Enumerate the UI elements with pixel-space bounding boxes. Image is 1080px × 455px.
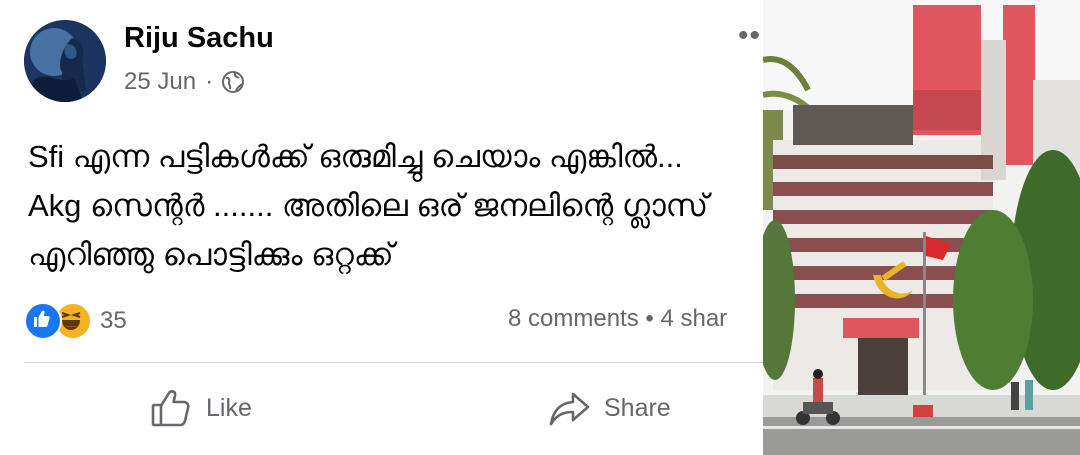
post-meta: 25 Jun · (124, 68, 245, 96)
post-text-line: Akg സെന്റർ ....... അതിലെ ഒര് ജനലിന്റെ ഗ്… (28, 188, 709, 223)
post-photo[interactable] (763, 0, 1080, 455)
comments-shares-count[interactable]: 8 comments • 4 shar (508, 305, 727, 333)
author-name[interactable]: Riju Sachu (124, 22, 274, 55)
meta-separator: · (205, 68, 214, 95)
share-button[interactable]: Share (548, 386, 671, 430)
building-photo (763, 0, 1080, 455)
share-button-label: Share (604, 393, 671, 422)
share-arrow-icon (549, 392, 590, 426)
avatar-figure-icon (24, 20, 106, 102)
more-options-icon[interactable]: •• (738, 21, 761, 51)
post-text-line: Sfi എന്ന പട്ടികൾക്ക് ഒരുമിച്ചു ചെയാം എങ്… (28, 139, 683, 174)
action-divider (24, 362, 765, 363)
reactions-summary[interactable]: 35 (24, 302, 127, 340)
like-reaction-icon (24, 302, 62, 340)
post-text: Sfi എന്ന പട്ടികൾക്ക് ഒരുമിച്ചു ചെയാം എങ്… (28, 132, 765, 279)
thumbs-up-icon (151, 390, 190, 427)
post-date[interactable]: 25 Jun (124, 68, 196, 96)
like-button-label: Like (206, 393, 252, 422)
like-button[interactable]: Like (150, 386, 252, 430)
post-text-line: എറിഞ്ഞു പൊട്ടിക്കും ഒറ്റക്ക് (28, 237, 394, 272)
author-avatar[interactable] (24, 20, 106, 102)
globe-icon[interactable] (221, 70, 245, 94)
reaction-count: 35 (100, 307, 127, 334)
facebook-post: Riju Sachu 25 Jun · •• Sfi എന്ന പട്ടികൾക… (0, 0, 765, 455)
